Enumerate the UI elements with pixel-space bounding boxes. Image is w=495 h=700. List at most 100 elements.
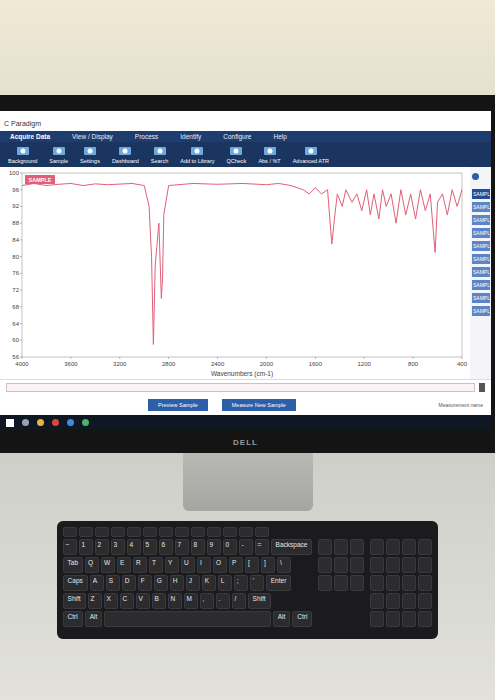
function-key[interactable] bbox=[207, 527, 221, 537]
key[interactable]: Tab bbox=[63, 557, 83, 573]
key[interactable]: 1 bbox=[79, 539, 93, 555]
numpad-key[interactable] bbox=[370, 557, 384, 573]
numpad-key[interactable] bbox=[418, 611, 432, 627]
sidebar-item[interactable]: SAMPL bbox=[472, 215, 490, 225]
key[interactable]: F bbox=[138, 575, 152, 591]
key[interactable]: Z bbox=[88, 593, 102, 609]
toolbar-button[interactable]: Background bbox=[8, 145, 37, 164]
overview-handle[interactable] bbox=[479, 383, 485, 392]
nav-key[interactable] bbox=[350, 575, 364, 591]
numpad-key[interactable] bbox=[402, 575, 416, 591]
key[interactable]: 3 bbox=[111, 539, 125, 555]
numpad-key[interactable] bbox=[386, 557, 400, 573]
key[interactable]: Alt bbox=[85, 611, 103, 627]
key[interactable]: ~ bbox=[63, 539, 77, 555]
key[interactable]: 4 bbox=[127, 539, 141, 555]
folder-icon[interactable] bbox=[37, 419, 44, 426]
numpad-key[interactable] bbox=[386, 611, 400, 627]
numpad-key[interactable] bbox=[418, 557, 432, 573]
numpad-key[interactable] bbox=[370, 593, 384, 609]
key[interactable]: 9 bbox=[207, 539, 221, 555]
numpad-key[interactable] bbox=[386, 575, 400, 591]
menu-item[interactable]: Help bbox=[273, 133, 286, 140]
key[interactable]: - bbox=[239, 539, 253, 555]
windows-start-icon[interactable] bbox=[6, 419, 14, 427]
function-key[interactable] bbox=[255, 527, 269, 537]
key[interactable]: N bbox=[168, 593, 182, 609]
sidebar-item[interactable]: SAMPL bbox=[472, 306, 490, 316]
key[interactable]: A bbox=[90, 575, 104, 591]
key[interactable]: ] bbox=[261, 557, 275, 573]
key[interactable]: P bbox=[229, 557, 243, 573]
key[interactable]: X bbox=[104, 593, 118, 609]
key[interactable]: Ctrl bbox=[292, 611, 312, 627]
key[interactable]: E bbox=[117, 557, 131, 573]
function-key[interactable] bbox=[127, 527, 141, 537]
key[interactable]: V bbox=[136, 593, 150, 609]
sidebar-item[interactable]: SAMPL bbox=[472, 228, 490, 238]
key[interactable]: . bbox=[216, 593, 230, 609]
function-key[interactable] bbox=[223, 527, 237, 537]
sidebar-item[interactable]: SAMPL bbox=[472, 280, 490, 290]
key[interactable]: C bbox=[120, 593, 134, 609]
numpad-key[interactable] bbox=[370, 575, 384, 591]
key[interactable]: / bbox=[232, 593, 246, 609]
nav-key[interactable] bbox=[318, 539, 332, 555]
key[interactable]: B bbox=[152, 593, 166, 609]
function-key[interactable] bbox=[95, 527, 109, 537]
sidebar-item[interactable]: SAMPL bbox=[472, 241, 490, 251]
app-icon[interactable] bbox=[82, 419, 89, 426]
numpad-key[interactable] bbox=[370, 539, 384, 555]
key[interactable] bbox=[104, 611, 270, 627]
toolbar-button[interactable]: Advanced ATR bbox=[293, 145, 329, 164]
key[interactable]: R bbox=[133, 557, 147, 573]
key[interactable]: D bbox=[122, 575, 136, 591]
nav-key[interactable] bbox=[334, 539, 348, 555]
key[interactable]: 0 bbox=[223, 539, 237, 555]
search-icon[interactable] bbox=[22, 419, 29, 426]
numpad-key[interactable] bbox=[418, 593, 432, 609]
key[interactable]: T bbox=[149, 557, 163, 573]
browser-icon[interactable] bbox=[52, 419, 59, 426]
sidebar-item[interactable]: SAMPL bbox=[472, 189, 490, 199]
key[interactable]: W bbox=[101, 557, 115, 573]
toolbar-button[interactable]: Add to Library bbox=[180, 145, 214, 164]
toolbar-button[interactable]: Sample bbox=[49, 145, 68, 164]
numpad-key[interactable] bbox=[418, 575, 432, 591]
toolbar-button[interactable]: Abs / %T bbox=[258, 145, 280, 164]
key[interactable]: 5 bbox=[143, 539, 157, 555]
key[interactable]: Caps bbox=[63, 575, 88, 591]
key[interactable]: Alt bbox=[273, 611, 291, 627]
key[interactable]: G bbox=[154, 575, 168, 591]
sidebar-item[interactable]: SAMPL bbox=[472, 293, 490, 303]
toolbar-button[interactable]: Search bbox=[151, 145, 168, 164]
sidebar-item[interactable]: SAMPL bbox=[472, 267, 490, 277]
key[interactable]: M bbox=[184, 593, 198, 609]
footer-button[interactable]: Preview Sample bbox=[148, 399, 208, 411]
key[interactable]: L bbox=[218, 575, 232, 591]
key[interactable]: J bbox=[186, 575, 200, 591]
toolbar-button[interactable]: Settings bbox=[80, 145, 100, 164]
nav-key[interactable] bbox=[318, 557, 332, 573]
key[interactable]: Backspace bbox=[271, 539, 313, 555]
numpad-key[interactable] bbox=[370, 611, 384, 627]
numpad-key[interactable] bbox=[402, 611, 416, 627]
key[interactable]: Shift bbox=[63, 593, 86, 609]
key[interactable]: Q bbox=[85, 557, 99, 573]
function-key[interactable] bbox=[239, 527, 253, 537]
footer-button[interactable]: Measure New Sample bbox=[222, 399, 296, 411]
key[interactable]: S bbox=[106, 575, 120, 591]
nav-key[interactable] bbox=[334, 557, 348, 573]
sidebar-item[interactable]: SAMPL bbox=[472, 254, 490, 264]
key[interactable]: \ bbox=[277, 557, 291, 573]
key[interactable]: 7 bbox=[175, 539, 189, 555]
key[interactable]: ; bbox=[234, 575, 248, 591]
key[interactable]: 6 bbox=[159, 539, 173, 555]
function-key[interactable] bbox=[191, 527, 205, 537]
nav-key[interactable] bbox=[350, 557, 364, 573]
key[interactable]: ' bbox=[250, 575, 264, 591]
key[interactable]: Ctrl bbox=[63, 611, 83, 627]
menu-item[interactable]: Identify bbox=[180, 133, 201, 140]
numpad-key[interactable] bbox=[402, 539, 416, 555]
key[interactable]: O bbox=[213, 557, 227, 573]
